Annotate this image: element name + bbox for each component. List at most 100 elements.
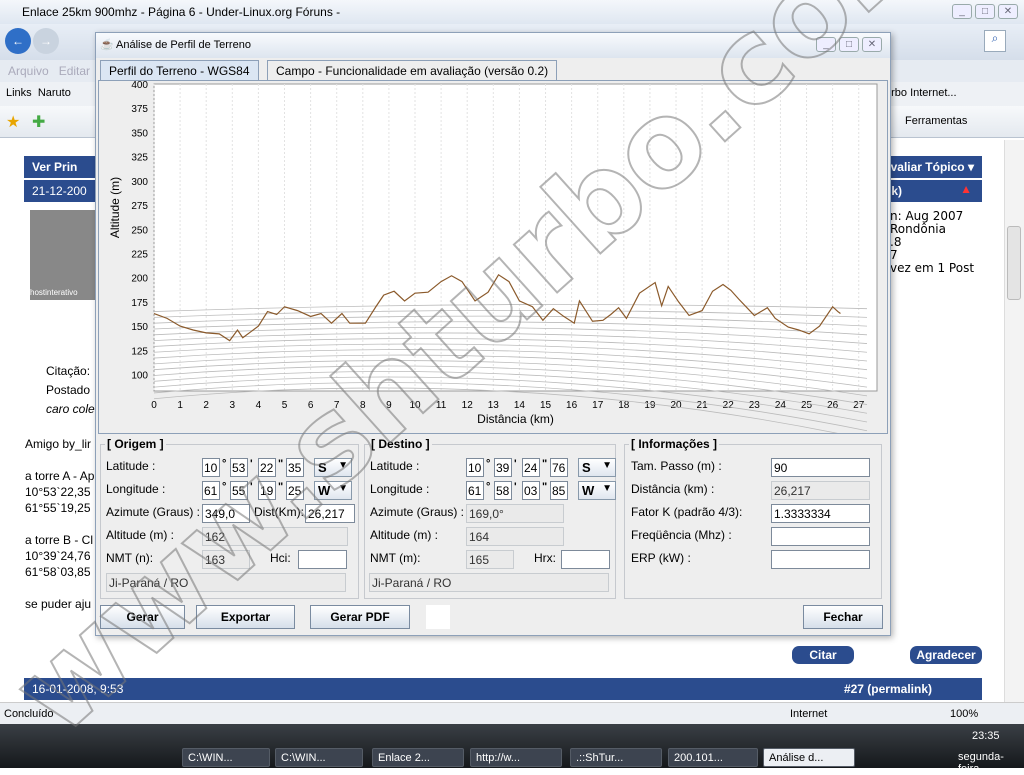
permalink[interactable]: #27 (permalink) bbox=[844, 682, 932, 696]
minimize-button[interactable]: _ bbox=[952, 4, 972, 19]
x-tick-label: 0 bbox=[151, 400, 157, 411]
menu-editar[interactable]: Editar bbox=[59, 64, 90, 78]
x-tick-label: 24 bbox=[775, 400, 787, 411]
search-icon[interactable]: ⌕ bbox=[984, 30, 1006, 52]
destination-longitude-label: Longitude : bbox=[370, 482, 430, 496]
taskbar-item[interactable]: Análise d... bbox=[763, 748, 855, 767]
clock-time: 23:35 bbox=[972, 730, 1000, 742]
taskbar-item-label: .::ShTur... bbox=[576, 752, 624, 764]
destination-lon-part[interactable]: 85 bbox=[550, 481, 568, 500]
generate-pdf-button[interactable]: Gerar PDF bbox=[310, 605, 410, 629]
origin-lon-part[interactable]: 19 bbox=[258, 481, 276, 500]
origin-dist-input[interactable]: 26,217 bbox=[305, 504, 355, 523]
y-tick-label: 325 bbox=[131, 153, 148, 164]
y-tick-label: 175 bbox=[131, 298, 148, 309]
origin-azimuth-input[interactable]: 349,0 bbox=[202, 504, 250, 523]
dialog-close-button[interactable]: ✕ bbox=[862, 37, 882, 52]
x-tick-label: 7 bbox=[334, 400, 340, 411]
taskbar-item[interactable]: .::ShTur... bbox=[570, 748, 662, 767]
origin-lat-hemisphere-select[interactable]: S ▼ bbox=[314, 458, 352, 477]
frequency-input[interactable] bbox=[771, 527, 870, 546]
destination-lon-part[interactable]: 61 bbox=[466, 481, 484, 500]
back-button[interactable]: ← bbox=[5, 28, 31, 54]
origin-lon-part[interactable]: 61 bbox=[202, 481, 220, 500]
origin-nmt-label: NMT (n): bbox=[106, 551, 154, 565]
taskbar-item-label: Análise d... bbox=[769, 752, 824, 764]
origin-lat-part[interactable]: 53 bbox=[230, 458, 248, 477]
unit-symbol: ' bbox=[514, 481, 517, 493]
profile-info: n: Aug 2007 Rondônia .8 7 vez em 1 Post bbox=[890, 210, 974, 275]
generate-button[interactable]: Gerar bbox=[100, 605, 185, 629]
link-turbo[interactable]: urbo Internet... bbox=[885, 87, 957, 99]
dialog-minimize-button[interactable]: _ bbox=[816, 37, 836, 52]
destination-lat-part[interactable]: 10 bbox=[466, 458, 484, 477]
tools-menu[interactable]: Ferramentas bbox=[905, 115, 967, 127]
origin-lon-part[interactable]: 55 bbox=[230, 481, 248, 500]
x-axis-label: Distância (km) bbox=[477, 412, 554, 426]
erp-input[interactable] bbox=[771, 550, 870, 569]
taskbar-item[interactable]: C:\WIN... bbox=[275, 748, 363, 767]
x-tick-label: 19 bbox=[644, 400, 656, 411]
export-button[interactable]: Exportar bbox=[196, 605, 295, 629]
origin-lat-part[interactable]: 35 bbox=[286, 458, 304, 477]
y-tick-label: 225 bbox=[131, 249, 148, 260]
origin-lat-part[interactable]: 22 bbox=[258, 458, 276, 477]
x-tick-label: 14 bbox=[514, 400, 526, 411]
body-line: 10°39`24,76 bbox=[25, 549, 91, 563]
origin-city: Ji-Paraná / RO bbox=[106, 573, 346, 592]
origin-dist-label: Dist(Km): bbox=[254, 505, 304, 519]
y-tick-label: 250 bbox=[131, 225, 148, 236]
dialog-maximize-button[interactable]: □ bbox=[839, 37, 859, 52]
y-tick-label: 350 bbox=[131, 128, 148, 139]
x-tick-label: 2 bbox=[203, 400, 209, 411]
y-axis-label: Altitude (m) bbox=[108, 177, 122, 238]
origin-latitude-label: Latitude : bbox=[106, 459, 156, 473]
origin-h-input[interactable] bbox=[298, 550, 347, 569]
origin-lat-part[interactable]: 10 bbox=[202, 458, 220, 477]
close-dialog-button[interactable]: Fechar bbox=[803, 605, 883, 629]
zoom-level[interactable]: 100% bbox=[950, 708, 978, 720]
x-tick-label: 4 bbox=[256, 400, 262, 411]
rate-topic-menu[interactable]: valiar Tópico ▾ bbox=[891, 160, 974, 174]
view-first-link[interactable]: Ver Prin bbox=[32, 160, 77, 174]
origin-lon-hemisphere-select[interactable]: W ▼ bbox=[314, 481, 352, 500]
destination-lat-part[interactable]: 24 bbox=[522, 458, 540, 477]
link-naruto[interactable]: Naruto bbox=[38, 87, 71, 99]
step-input[interactable]: 90 bbox=[771, 458, 870, 477]
destination-h-input[interactable] bbox=[561, 550, 610, 569]
thanks-button[interactable]: Agradecer bbox=[910, 646, 982, 664]
x-tick-label: 17 bbox=[592, 400, 604, 411]
origin-lon-part[interactable]: 25 bbox=[286, 481, 304, 500]
maximize-button[interactable]: □ bbox=[975, 4, 995, 19]
tab-terrain-profile[interactable]: Perfil do Terreno - WGS84 bbox=[100, 60, 259, 80]
x-tick-label: 16 bbox=[566, 400, 578, 411]
favorites-star-icon[interactable]: ★ bbox=[6, 112, 20, 132]
destination-lat-part[interactable]: 39 bbox=[494, 458, 512, 477]
destination-lon-part[interactable]: 03 bbox=[522, 481, 540, 500]
destination-lon-hemisphere-select[interactable]: W ▼ bbox=[578, 481, 616, 500]
report-icon[interactable]: ▲ bbox=[960, 182, 972, 196]
unit-symbol: " bbox=[542, 458, 548, 470]
taskbar-item[interactable]: C:\WIN... bbox=[182, 748, 270, 767]
destination-lat-part[interactable]: 76 bbox=[550, 458, 568, 477]
taskbar-item[interactable]: Enlace 2... bbox=[372, 748, 464, 767]
x-tick-label: 1 bbox=[177, 400, 183, 411]
x-tick-label: 25 bbox=[801, 400, 813, 411]
k-factor-input[interactable]: 1.3333334 bbox=[771, 504, 870, 523]
taskbar-item-label: http://w... bbox=[476, 752, 521, 764]
taskbar-item[interactable]: http://w... bbox=[470, 748, 562, 767]
scroll-thumb[interactable] bbox=[1007, 226, 1021, 300]
destination-latitude-label: Latitude : bbox=[370, 459, 420, 473]
add-favorite-icon[interactable]: ✚ bbox=[32, 112, 45, 132]
close-button[interactable]: ✕ bbox=[998, 4, 1018, 19]
menu-arquivo[interactable]: Arquivo bbox=[8, 64, 49, 78]
destination-lat-hemisphere-select[interactable]: S ▼ bbox=[578, 458, 616, 477]
forward-button[interactable]: → bbox=[33, 28, 59, 54]
tab-field[interactable]: Campo - Funcionalidade em avaliação (ver… bbox=[267, 60, 558, 80]
y-tick-label: 200 bbox=[131, 274, 148, 285]
quote-button[interactable]: Citar bbox=[792, 646, 854, 664]
page-scrollbar[interactable] bbox=[1004, 140, 1024, 702]
destination-lon-part[interactable]: 58 bbox=[494, 481, 512, 500]
taskbar-item[interactable]: 200.101... bbox=[668, 748, 758, 767]
body-line: a torre B - Cl bbox=[25, 533, 94, 547]
